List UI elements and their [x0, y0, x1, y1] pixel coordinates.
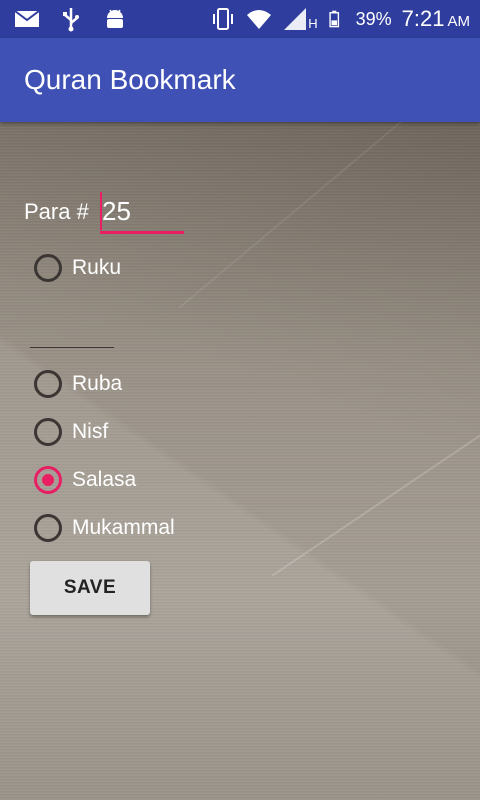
- vibrate-icon: [213, 8, 234, 30]
- radio-nisf[interactable]: Nisf: [34, 416, 108, 448]
- status-bar: H 39% 7:21 AM: [0, 0, 480, 38]
- system-icons: H 39% 7:21 AM: [210, 6, 470, 32]
- para-label: Para #: [24, 199, 89, 224]
- radio-label-nisf: Nisf: [72, 420, 109, 443]
- app-title: Quran Bookmark: [24, 64, 236, 95]
- radio-button-mukammal[interactable]: [34, 514, 62, 542]
- radio-button-ruba[interactable]: [34, 370, 62, 398]
- usb-icon: [63, 8, 79, 32]
- radio-button-ruku[interactable]: [34, 254, 62, 282]
- clock-time: 7:21: [401, 6, 445, 31]
- radio-ruku[interactable]: Ruku: [34, 252, 121, 284]
- radio-label-ruba: Ruba: [72, 372, 123, 395]
- notification-icons: [14, 6, 128, 32]
- battery-percent: 39%: [355, 8, 392, 29]
- app-bar: Quran Bookmark: [0, 38, 480, 122]
- clock-ampm: AM: [447, 13, 471, 30]
- save-button[interactable]: SAVE: [30, 561, 150, 615]
- para-number-input[interactable]: [102, 196, 182, 227]
- battery-icon: [329, 10, 339, 28]
- radio-label-mukammal: Mukammal: [72, 516, 175, 539]
- signal-icon: [284, 8, 307, 30]
- mail-icon: [14, 10, 40, 27]
- radio-label-salasa: Salasa: [72, 468, 137, 491]
- para-number-field[interactable]: [100, 190, 184, 234]
- radio-button-nisf[interactable]: [34, 418, 62, 446]
- android-icon: [107, 9, 123, 28]
- radio-ruba[interactable]: Ruba: [34, 368, 122, 400]
- network-type-label: H: [308, 15, 318, 31]
- radio-mukammal[interactable]: Mukammal: [34, 512, 175, 544]
- ruku-underline: [30, 347, 114, 348]
- radio-salasa[interactable]: Salasa: [34, 464, 136, 496]
- wifi-icon: [247, 10, 272, 29]
- background-texture: [271, 429, 480, 577]
- clock: 7:21 AM: [402, 6, 470, 32]
- radio-label-ruku: Ruku: [72, 256, 122, 279]
- radio-button-salasa[interactable]: [34, 466, 62, 494]
